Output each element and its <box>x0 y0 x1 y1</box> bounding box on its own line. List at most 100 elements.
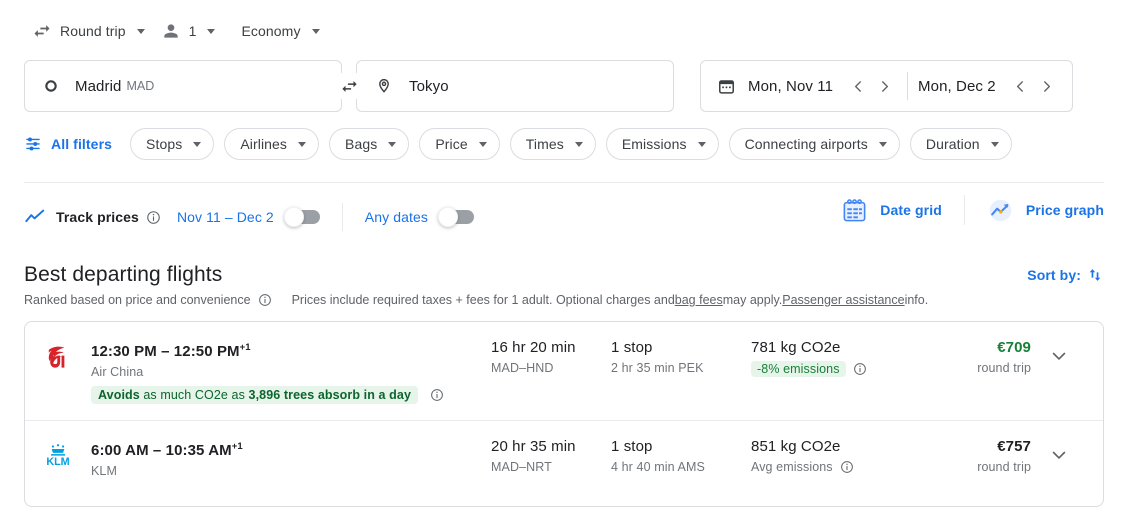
depart-date-next-button[interactable] <box>871 73 897 99</box>
trend-line-icon <box>24 206 46 228</box>
status-badge: -8% emissions <box>751 361 846 377</box>
flight-price: €709 <box>997 339 1031 356</box>
origin-city: Madrid <box>75 77 122 95</box>
filter-chip-price[interactable]: Price <box>419 128 500 160</box>
flight-times: 6:00 AM – 10:35 AM+1 <box>91 441 243 459</box>
price-graph-icon <box>987 197 1014 224</box>
track-divider <box>341 203 343 231</box>
airline-name: KLM <box>91 464 118 478</box>
return-date-value: Mon, Dec 2 <box>918 77 996 95</box>
prices-text-part1: Prices include required taxes + fees for… <box>291 293 675 307</box>
chevron-down-icon <box>574 141 583 147</box>
swap-arrows-icon <box>341 80 357 92</box>
expand-flight-button[interactable] <box>1031 338 1087 366</box>
track-date-range-toggle[interactable] <box>283 207 320 227</box>
date-range-field: Mon, Nov 11 Mon, Dec 2 <box>700 60 1073 112</box>
cabin-class-selector[interactable]: Economy <box>233 14 327 48</box>
filter-chip-label: Airlines <box>240 136 288 152</box>
depart-date-prev-button[interactable] <box>845 73 871 99</box>
emissions-column: 851 kg CO2e Avg emissions <box>751 437 921 474</box>
chevron-down-icon <box>478 141 487 147</box>
airline-logo: KLM <box>25 437 91 473</box>
emissions-badge-row: -8% emissions <box>751 361 921 377</box>
table-row[interactable]: 12:30 PM – 12:50 PM+1 Air China Avoids a… <box>25 322 1103 421</box>
eco-mid: as much CO2e as <box>139 388 249 402</box>
filter-chip-emissions[interactable]: Emissions <box>605 128 719 160</box>
all-filters-button[interactable]: All filters <box>24 135 130 153</box>
filter-chip-label: Times <box>525 136 564 152</box>
track-prices-row: Track prices Nov 11 – Dec 2 Any dates Da… <box>0 183 1128 237</box>
track-date-range-label[interactable]: Nov 11 – Dec 2 <box>177 209 274 225</box>
filter-chip-connecting-airports[interactable]: Connecting airports <box>728 128 900 160</box>
air-china-logo <box>48 346 65 368</box>
destination-input[interactable]: Tokyo <box>356 60 674 112</box>
sort-by-button[interactable]: Sort by: <box>1027 266 1104 284</box>
filter-chip-stops[interactable]: Stops <box>130 128 215 160</box>
filter-chip-label: Connecting airports <box>744 136 868 152</box>
places-group: Madrid MAD Tokyo <box>24 60 674 112</box>
info-icon[interactable] <box>146 210 161 225</box>
eco-bold-2: 3,896 trees absorb in a day <box>248 388 412 402</box>
any-dates-label[interactable]: Any dates <box>365 209 428 225</box>
toggle-knob <box>283 207 304 227</box>
info-icon[interactable] <box>840 460 854 474</box>
swap-horizontal-icon <box>32 21 52 41</box>
origin-code: MAD <box>126 79 155 93</box>
co2-amount: 851 kg CO2e <box>751 438 841 455</box>
track-prices-label: Track prices <box>56 209 139 225</box>
stops-count: 1 stop <box>611 438 653 455</box>
flight-times-column: 6:00 AM – 10:35 AM+1 KLM <box>91 437 491 478</box>
flight-duration: 16 hr 20 min <box>491 339 576 356</box>
filter-chip-duration[interactable]: Duration <box>909 128 1012 160</box>
bag-fees-link[interactable]: bag fees <box>675 293 723 307</box>
date-grid-button[interactable]: Date grid <box>841 197 942 224</box>
depart-date-cell[interactable]: Mon, Nov 11 <box>717 77 833 96</box>
return-date-next-button[interactable] <box>1034 73 1060 99</box>
price-graph-button[interactable]: Price graph <box>987 197 1104 224</box>
passenger-assistance-link[interactable]: Passenger assistance <box>782 293 904 307</box>
flight-times: 12:30 PM – 12:50 PM+1 <box>91 342 251 360</box>
ranked-text: Ranked based on price and convenience <box>24 293 251 307</box>
stops-column: 1 stop 4 hr 40 min AMS <box>611 437 751 474</box>
chevron-down-icon <box>136 28 145 34</box>
filter-chip-times[interactable]: Times <box>509 128 596 160</box>
trip-options-bar: Round trip 1 Economy <box>0 0 1128 48</box>
filter-chip-label: Stops <box>146 136 183 152</box>
filter-chip-label: Price <box>435 136 468 152</box>
filter-chip-label: Bags <box>345 136 378 152</box>
flight-price: €757 <box>997 438 1031 455</box>
stops-count: 1 stop <box>611 339 653 356</box>
page-title: Best departing flights <box>24 263 223 286</box>
filter-chip-airlines[interactable]: Airlines <box>224 128 320 160</box>
info-icon[interactable] <box>853 362 867 376</box>
duration-column: 16 hr 20 min MAD–HND <box>491 338 611 375</box>
origin-input[interactable]: Madrid MAD <box>24 60 342 112</box>
eco-bold-1: Avoids <box>98 388 140 402</box>
any-dates-toggle[interactable] <box>437 207 474 227</box>
filter-chip-label: Duration <box>925 136 980 152</box>
passengers-selector[interactable]: 1 <box>153 14 224 48</box>
stops-column: 1 stop 2 hr 35 min PEK <box>611 338 751 375</box>
person-icon <box>161 21 181 41</box>
info-icon[interactable] <box>258 293 272 307</box>
filter-chip-bags[interactable]: Bags <box>329 128 410 160</box>
destination-city: Tokyo <box>409 77 449 95</box>
trip-type-selector[interactable]: Round trip <box>24 14 153 48</box>
chevron-down-icon <box>207 28 216 34</box>
airline-logo <box>25 338 91 374</box>
return-date-cell[interactable]: Mon, Dec 2 <box>918 78 996 95</box>
chevron-down-icon <box>697 141 706 147</box>
table-row[interactable]: KLM 6:00 AM – 10:35 AM+1 KLM 20 hr 35 mi… <box>25 421 1103 506</box>
cabin-class-label: Economy <box>241 23 301 39</box>
prices-text-part2: may apply. <box>722 293 783 307</box>
date-separator <box>907 72 909 100</box>
eco-friendly-badge: Avoids as much CO2e as 3,896 trees absor… <box>91 386 419 404</box>
flight-route: MAD–HND <box>491 361 554 375</box>
info-icon[interactable] <box>430 388 444 402</box>
expand-flight-button[interactable] <box>1031 437 1087 465</box>
eco-badge-text: Avoids as much CO2e as 3,896 trees absor… <box>98 388 411 402</box>
flight-duration: 20 hr 35 min <box>491 438 576 455</box>
swap-origin-destination-button[interactable] <box>334 71 364 101</box>
tools-divider <box>963 195 965 225</box>
return-date-prev-button[interactable] <box>1008 73 1034 99</box>
